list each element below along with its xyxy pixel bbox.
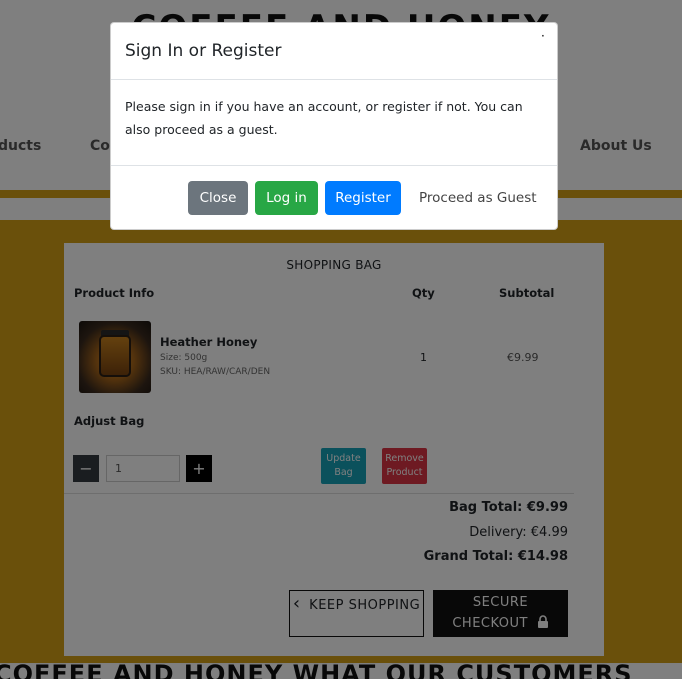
register-button[interactable]: Register [325,181,401,215]
close-icon[interactable]: · [541,29,545,43]
close-button[interactable]: Close [188,181,248,215]
modal-header: Sign In or Register · [111,23,557,80]
modal-body: Please sign in if you have an account, o… [111,80,557,166]
modal-title: Sign In or Register [125,41,282,61]
modal-footer: Close Log in Register Proceed as Guest [111,166,557,229]
modal-message: Please sign in if you have an account, o… [125,99,523,137]
login-button[interactable]: Log in [255,181,318,215]
sign-in-modal: Sign In or Register · Please sign in if … [110,22,558,230]
proceed-as-guest-link[interactable]: Proceed as Guest [419,190,537,206]
